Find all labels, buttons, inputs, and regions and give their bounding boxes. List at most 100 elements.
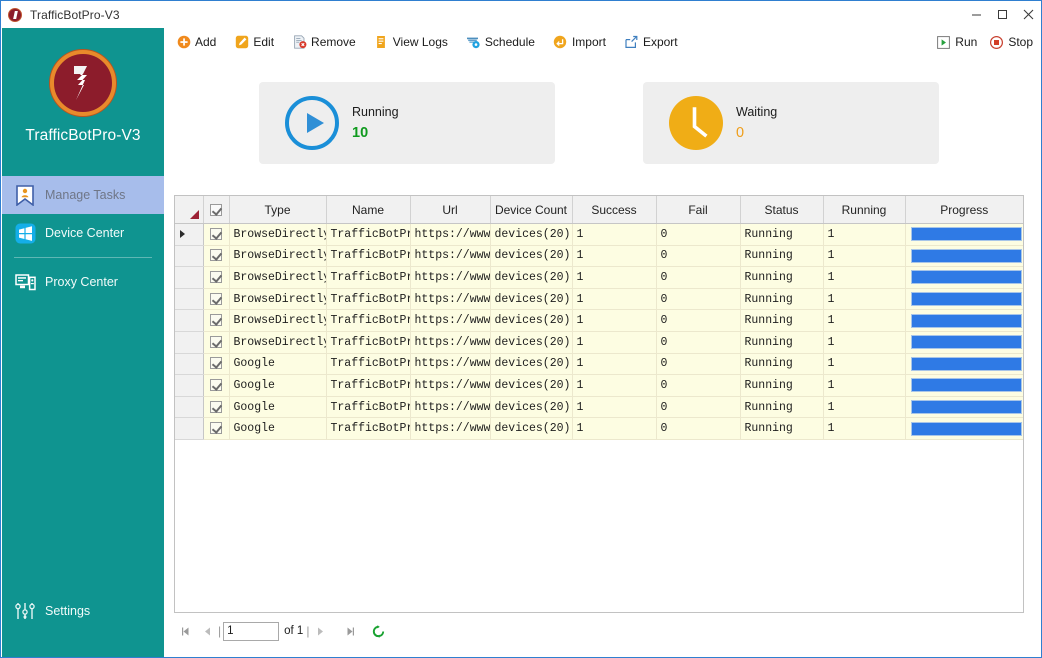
table-row[interactable]: BrowseDirectlyTrafficBotPro1https://www.…: [175, 245, 1023, 268]
cell-name: TrafficBotPro2: [326, 266, 411, 289]
progress-bar: [910, 356, 1022, 371]
sidebar-item-manage-tasks[interactable]: Manage Tasks: [2, 176, 164, 214]
cell-status: Running: [740, 396, 824, 419]
minimize-icon[interactable]: [963, 1, 989, 28]
view-logs-button[interactable]: View Logs: [369, 31, 453, 53]
first-page-icon[interactable]: [174, 620, 196, 642]
progress-bar: [910, 248, 1022, 263]
column-header-fail[interactable]: Fail: [656, 196, 741, 224]
sidebar-item-label: Proxy Center: [45, 275, 118, 289]
row-checkbox[interactable]: [210, 422, 222, 435]
progress-bar: [910, 270, 1022, 285]
column-header-name[interactable]: Name: [326, 196, 411, 224]
cell-status: Running: [740, 331, 824, 354]
sidebar-item-settings[interactable]: Settings: [2, 594, 164, 628]
cell-progress: [905, 331, 1023, 354]
row-checkbox[interactable]: [210, 270, 222, 283]
row-header-cell[interactable]: [175, 309, 204, 332]
stop-button[interactable]: Stop: [984, 31, 1038, 53]
row-checkbox-cell[interactable]: [203, 417, 230, 440]
row-checkbox[interactable]: [210, 400, 222, 413]
row-checkbox[interactable]: [210, 357, 222, 370]
row-checkbox-cell[interactable]: [203, 396, 230, 419]
row-checkbox[interactable]: [210, 249, 222, 262]
select-all-checkbox[interactable]: [210, 204, 222, 217]
refresh-icon[interactable]: [367, 620, 389, 642]
row-checkbox-cell[interactable]: [203, 374, 230, 397]
row-header-cell[interactable]: [175, 266, 204, 289]
sidebar-item-proxy-center[interactable]: Proxy Center: [2, 263, 164, 301]
row-checkbox-cell[interactable]: [203, 223, 230, 246]
row-checkbox-cell[interactable]: [203, 309, 230, 332]
column-header-device-count[interactable]: Device Count: [490, 196, 573, 224]
remove-button[interactable]: Remove: [287, 31, 361, 53]
row-header-cell[interactable]: [175, 288, 204, 311]
cell-type: Google: [229, 396, 327, 419]
progress-bar-fill: [911, 228, 1021, 241]
export-button[interactable]: Export: [619, 31, 683, 53]
last-page-icon[interactable]: [339, 620, 361, 642]
add-button[interactable]: Add: [171, 31, 221, 53]
column-header-status[interactable]: Status: [740, 196, 824, 224]
row-header-cell[interactable]: [175, 331, 204, 354]
progress-bar: [910, 335, 1022, 350]
table-row[interactable]: GoogleTrafficBotPr...https://www....devi…: [175, 353, 1023, 376]
row-checkbox[interactable]: [210, 227, 222, 240]
cell-type: BrowseDirectly: [229, 245, 327, 268]
table-row[interactable]: GoogleTrafficBotPr...https://www....devi…: [175, 396, 1023, 419]
row-checkbox[interactable]: [210, 314, 222, 327]
column-header-progress[interactable]: Progress: [905, 196, 1023, 224]
row-checkbox[interactable]: [210, 378, 222, 391]
row-checkbox-cell[interactable]: [203, 353, 230, 376]
export-label: Export: [642, 35, 678, 49]
row-header-cell[interactable]: [175, 353, 204, 376]
progress-bar-fill: [911, 422, 1021, 435]
cell-running: 1: [823, 374, 906, 397]
select-all-header[interactable]: [203, 196, 230, 224]
row-header-cell[interactable]: [175, 396, 204, 419]
cell-fail: 0: [656, 417, 741, 440]
row-checkbox-cell[interactable]: [203, 288, 230, 311]
row-header-cell[interactable]: [175, 374, 204, 397]
previous-page-icon[interactable]: [196, 620, 218, 642]
close-icon[interactable]: [1015, 1, 1041, 28]
empty-row-header: [175, 439, 204, 440]
row-checkbox-cell[interactable]: [203, 245, 230, 268]
maximize-icon[interactable]: [989, 1, 1015, 28]
current-row-indicator-icon: [180, 230, 185, 239]
edit-button[interactable]: Edit: [229, 31, 279, 53]
table-row[interactable]: GoogleTrafficBotPr...https://www....devi…: [175, 417, 1023, 440]
table-row[interactable]: BrowseDirectlyTrafficBotPro4https://www.…: [175, 309, 1023, 332]
cell-name: TrafficBotPr...: [326, 417, 411, 440]
task-table-container: Type Name Url Device Count Success Fail …: [174, 195, 1024, 613]
run-button[interactable]: Run: [931, 31, 982, 53]
import-button[interactable]: Import: [548, 31, 611, 53]
page-number-input[interactable]: [223, 621, 280, 641]
progress-bar: [910, 400, 1022, 415]
column-header-success[interactable]: Success: [572, 196, 657, 224]
schedule-button[interactable]: Schedule: [461, 31, 540, 53]
table-row[interactable]: BrowseDirectlyTrafficBotProhttps://www..…: [175, 223, 1023, 246]
row-checkbox-cell[interactable]: [203, 331, 230, 354]
table-row[interactable]: BrowseDirectlyTrafficBotPro2https://www.…: [175, 266, 1023, 289]
cell-url: https://www....: [410, 288, 491, 311]
cell-success: 1: [572, 331, 657, 354]
table-row[interactable]: BrowseDirectlyTrafficBotPro3https://www.…: [175, 288, 1023, 311]
row-checkbox-cell[interactable]: [203, 266, 230, 289]
cell-type: Google: [229, 417, 327, 440]
row-header-cell[interactable]: [175, 417, 204, 440]
column-header-running[interactable]: Running: [823, 196, 906, 224]
row-checkbox[interactable]: [210, 292, 222, 305]
table-row[interactable]: GoogleTrafficBotPr...https://www....devi…: [175, 374, 1023, 397]
run-label: Run: [955, 35, 978, 49]
sidebar-item-device-center[interactable]: Device Center: [2, 214, 164, 252]
progress-bar-fill: [911, 271, 1021, 284]
next-page-icon[interactable]: [309, 620, 331, 642]
row-header-cell[interactable]: [175, 223, 204, 246]
column-header-type[interactable]: Type: [229, 196, 327, 224]
row-checkbox[interactable]: [210, 335, 222, 348]
table-row[interactable]: BrowseDirectlyTrafficBotPro5https://www.…: [175, 331, 1023, 354]
column-header-url[interactable]: Url: [410, 196, 491, 224]
row-header-cell[interactable]: [175, 245, 204, 268]
table-corner-cell[interactable]: [175, 196, 204, 224]
